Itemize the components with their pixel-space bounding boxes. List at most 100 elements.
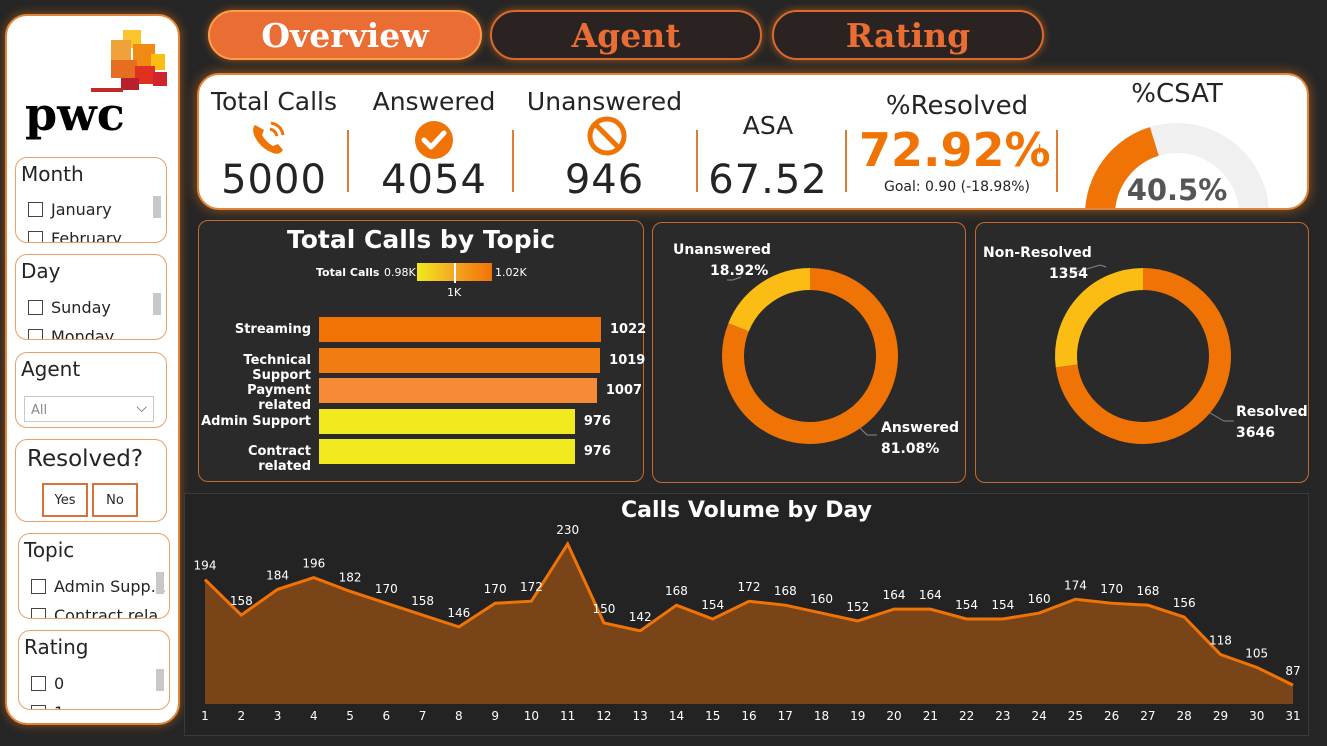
leader-lines xyxy=(1069,264,1234,422)
resolved-title: Resolved? xyxy=(27,446,144,472)
agent-dropdown[interactable]: All ⌵ xyxy=(24,396,154,422)
x-tick-label: 2 xyxy=(237,709,245,723)
x-tick-label: 23 xyxy=(995,709,1010,723)
x-tick-label: 15 xyxy=(705,709,720,723)
topic-bar[interactable] xyxy=(319,347,601,373)
checkbox[interactable] xyxy=(28,300,43,315)
calls-volume-card: Calls Volume by Day 194 1 158 2 184 3 196 4 182 5… xyxy=(184,493,1309,736)
data-label: 168 xyxy=(665,584,688,598)
topic-option-admin-support[interactable]: Admin Supp... xyxy=(31,577,166,596)
checkbox[interactable] xyxy=(31,705,46,709)
tab-rating[interactable]: Rating xyxy=(772,10,1044,60)
tab-overview[interactable]: Overview xyxy=(208,10,482,60)
rating-option-1[interactable]: 1 xyxy=(31,703,64,709)
topic-bar-value: 1019 xyxy=(609,352,646,368)
answered-donut-pct: 81.08% xyxy=(881,441,940,457)
topic-slicer: Topic Admin Supp... Contract rela... xyxy=(18,533,170,619)
topic-bar-value: 976 xyxy=(583,444,611,459)
topic-bar-label: Admin Support xyxy=(201,413,311,429)
day-scrollbar[interactable] xyxy=(153,293,161,315)
data-label: 118 xyxy=(1209,634,1232,648)
resolved-goal: Goal: 0.90 (-18.98%) xyxy=(883,179,1031,195)
resolved-no-button[interactable]: No xyxy=(92,483,138,517)
topic-legend-marker xyxy=(454,263,456,283)
day-title: Day xyxy=(21,259,61,283)
logo-text: pwc xyxy=(25,87,125,141)
csat-label: %CSAT xyxy=(1131,79,1223,109)
topic-legend-max: 1.02K xyxy=(495,266,527,279)
data-label: 184 xyxy=(266,568,289,582)
data-label: 158 xyxy=(411,594,434,608)
data-label: 168 xyxy=(774,584,797,598)
topic-bar[interactable] xyxy=(319,378,597,403)
agent-slicer: Agent All ⌵ xyxy=(15,352,167,428)
checkbox[interactable] xyxy=(28,231,43,242)
asa-label: ASA xyxy=(742,111,794,140)
data-label: 164 xyxy=(919,588,942,602)
data-label: 156 xyxy=(1173,596,1196,610)
divider xyxy=(845,130,847,192)
checkbox[interactable] xyxy=(31,579,46,594)
month-slicer: Month January February xyxy=(15,157,167,243)
topic-chart-title: Total Calls by Topic xyxy=(286,225,556,254)
checkbox[interactable] xyxy=(28,329,43,339)
x-tick-label: 5 xyxy=(346,709,354,723)
topic-bar-label: Streaming xyxy=(234,322,311,337)
topic-legend-label: Total Calls xyxy=(316,266,380,279)
topic-bar[interactable] xyxy=(319,439,575,464)
data-label: 196 xyxy=(302,557,325,571)
data-label: 174 xyxy=(1064,578,1087,592)
divider xyxy=(512,130,514,192)
non-resolved-donut-label: Non-Resolved xyxy=(983,245,1092,261)
topic-bar[interactable] xyxy=(319,317,601,342)
data-label: 230 xyxy=(556,523,579,537)
topic-bar[interactable] xyxy=(319,408,575,434)
x-tick-label: 16 xyxy=(741,709,756,723)
month-option-january[interactable]: January xyxy=(28,200,112,219)
check-circle-icon xyxy=(415,121,453,159)
answered-donut-label: Answered xyxy=(881,420,959,436)
total-calls-label: Total Calls xyxy=(210,87,338,116)
divider xyxy=(696,130,698,192)
day-option-monday[interactable]: Monday xyxy=(28,327,114,339)
topic-legend-mid: 1K xyxy=(447,286,462,299)
tab-agent[interactable]: Agent xyxy=(490,10,762,60)
x-tick-label: 27 xyxy=(1140,709,1155,723)
resolved-slicer: Resolved? Yes No xyxy=(15,439,167,522)
unanswered-donut-pct: 18.92% xyxy=(710,263,769,279)
unanswered-donut-label: Unanswered xyxy=(673,242,771,258)
topic-scrollbar[interactable] xyxy=(156,572,164,594)
x-tick-label: 17 xyxy=(778,709,793,723)
resolved-yes-button[interactable]: Yes xyxy=(42,483,88,517)
checkbox[interactable] xyxy=(28,202,43,217)
topic-bar-value: 1007 xyxy=(605,383,643,398)
rating-scrollbar[interactable] xyxy=(156,669,164,691)
data-label: 87 xyxy=(1285,664,1300,678)
checkbox[interactable] xyxy=(31,608,46,618)
topic-chart-card: Total Calls by Topic Total Calls 0.98K 1… xyxy=(198,220,646,482)
data-label: 152 xyxy=(846,600,869,614)
month-scrollbar[interactable] xyxy=(153,196,161,218)
x-tick-label: 24 xyxy=(1031,709,1046,723)
resolved-donut-card: Non-Resolved 1354 Resolved 3646 xyxy=(975,222,1309,483)
x-tick-label: 26 xyxy=(1104,709,1119,723)
checkbox[interactable] xyxy=(31,676,46,691)
pwc-logo: pwc xyxy=(25,30,167,141)
topic-option-contract-related[interactable]: Contract rela... xyxy=(31,606,169,618)
csat-value: 40.5% xyxy=(1126,173,1228,207)
answered-donut-card: Unanswered 18.92% Answered 81.08% xyxy=(652,222,966,483)
x-tick-label: 28 xyxy=(1177,709,1192,723)
data-label: 154 xyxy=(701,598,724,612)
day-option-sunday[interactable]: Sunday xyxy=(28,298,111,317)
filter-sidebar: pwc Month January February Day Sunday Mo… xyxy=(5,14,180,725)
x-tick-label: 7 xyxy=(419,709,427,723)
month-option-february[interactable]: February xyxy=(28,229,122,242)
data-label: 158 xyxy=(230,594,253,608)
topic-legend-min: 0.98K xyxy=(384,266,416,279)
day-slicer: Day Sunday Monday xyxy=(15,254,167,340)
rating-option-0[interactable]: 0 xyxy=(31,674,64,693)
answered-label: Answered xyxy=(372,87,496,116)
data-label: 170 xyxy=(375,582,398,596)
data-label: 172 xyxy=(738,580,761,594)
data-label: 146 xyxy=(447,606,470,620)
